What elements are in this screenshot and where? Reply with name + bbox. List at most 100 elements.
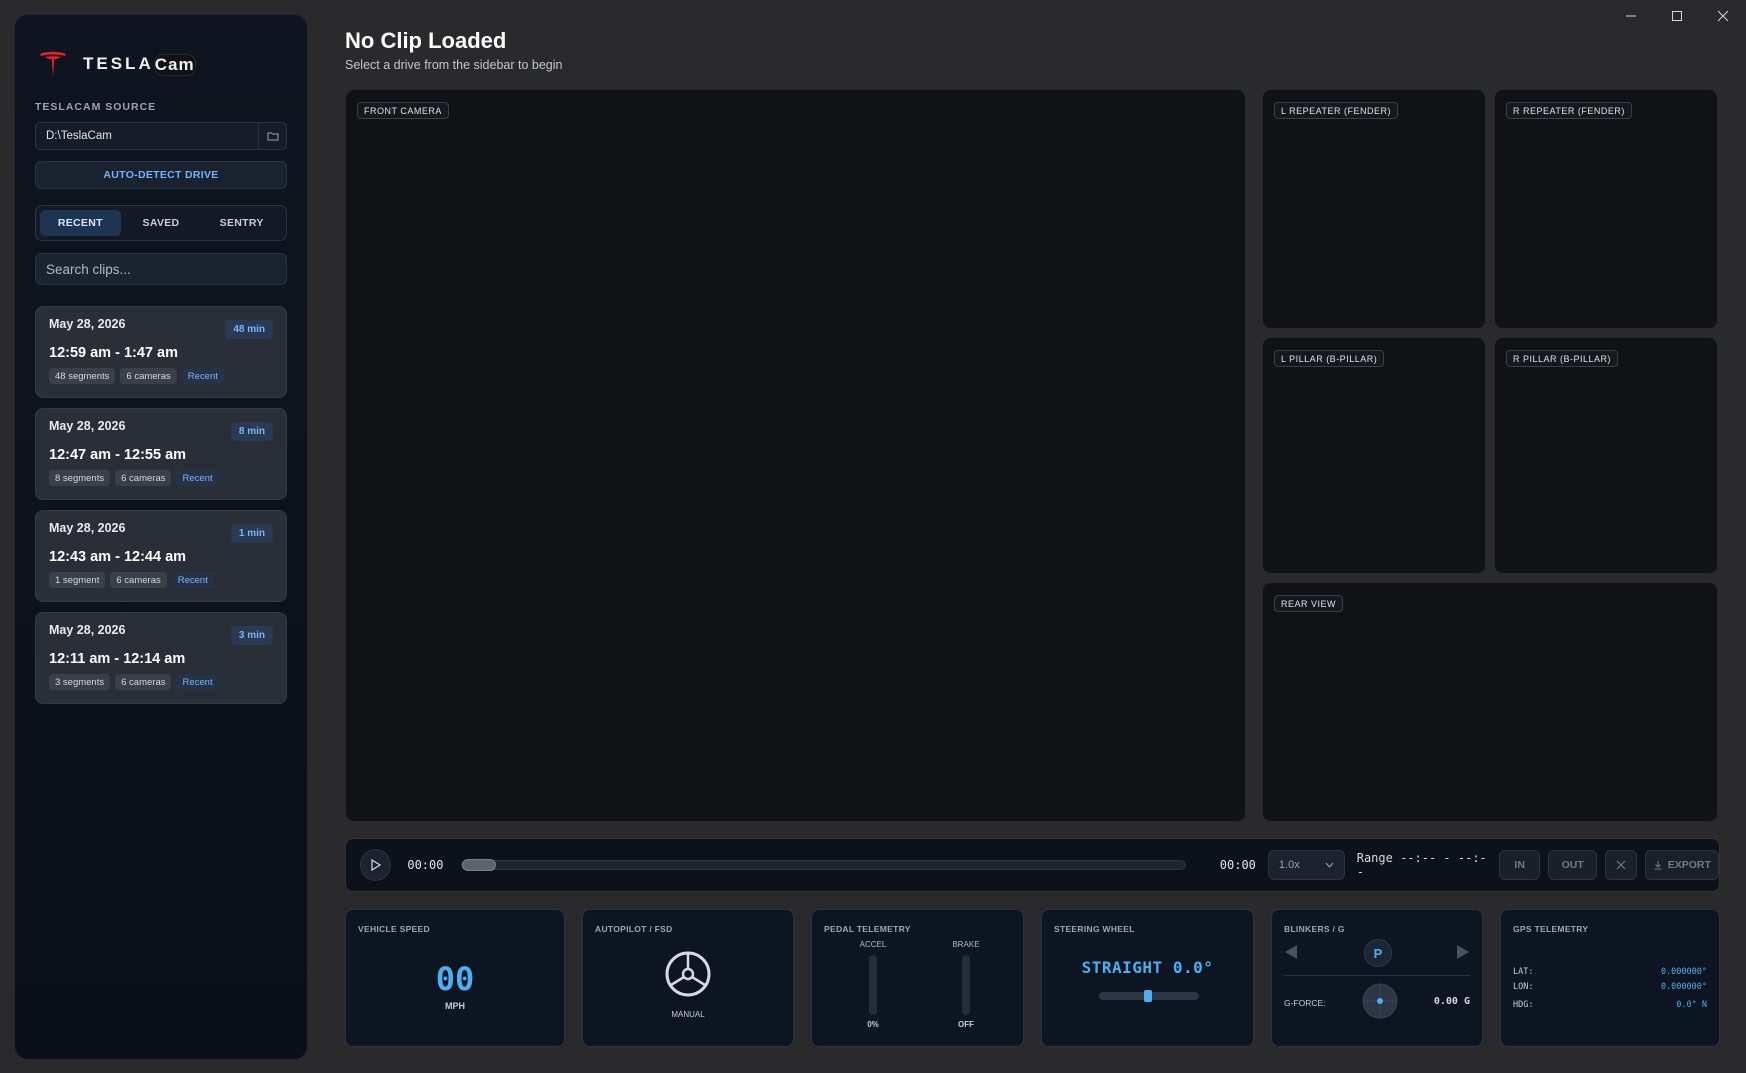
recent-tag: Recent [181,368,224,384]
gear-indicator: P [1364,939,1392,967]
maximize-button[interactable] [1654,4,1700,28]
clip-time-range: 12:59 am - 1:47 am [49,345,178,361]
clip-item[interactable]: May 28, 2026 1 min 12:43 am - 12:44 am 1… [35,510,287,602]
vehicle-speed-panel: VEHICLE SPEED 00 MPH [345,909,565,1047]
accel-pedal: ACCEL 0% [853,940,893,1029]
gps-lon-row: LON: 0.000000° [1513,982,1707,992]
auto-detect-button[interactable]: AUTO-DETECT DRIVE [35,161,287,189]
front-camera-view[interactable]: FRONT CAMERA [345,89,1246,822]
clip-duration-badge: 8 min [230,422,273,441]
camera-label: FRONT CAMERA [357,102,449,119]
steering-indicator [1144,990,1152,1002]
camera-label: REAR VIEW [1274,595,1344,612]
gps-panel: GPS TELEMETRY LAT: 0.000000° LON: 0.0000… [1500,909,1720,1047]
brand-tesla: TESLA [83,54,154,73]
clip-tags: 1 segment 6 cameras Recent [49,572,273,588]
speed-value: 00 [435,960,475,998]
cameras-tag: 6 cameras [120,368,177,384]
tab-recent[interactable]: RECENT [40,210,121,236]
timeline-scrubber[interactable] [461,859,1186,871]
panel-title: AUTOPILOT / FSD [595,924,673,934]
blinkers-panel: BLINKERS / G P G-FORCE: 0.00 G [1271,909,1483,1047]
lat-label: LAT: [1513,967,1534,977]
speed-value: 1.0x [1278,859,1300,871]
panel-title: PEDAL TELEMETRY [824,924,911,934]
brand-cam: Cam [153,54,196,76]
clear-range-button[interactable] [1605,850,1637,880]
tab-saved[interactable]: SAVED [121,210,202,236]
recent-tag: Recent [176,674,219,690]
lon-value: 0.000000° [1660,982,1707,992]
steering-track [1099,990,1199,1002]
camera-label: R PILLAR (B-PILLAR) [1506,350,1619,367]
cameras-tag: 6 cameras [110,572,167,588]
play-icon [371,859,381,871]
segments-tag: 3 segments [49,674,111,690]
page-subtitle: Select a drive from the sidebar to begin [345,58,563,72]
panel-title: BLINKERS / G [1284,924,1345,934]
panel-title: STEERING WHEEL [1054,924,1135,934]
steering-wheel-icon [665,951,711,997]
brake-bar [962,955,970,1015]
source-path-field[interactable]: D:\TeslaCam [35,122,287,150]
hdg-label: HDG: [1513,1000,1534,1010]
right-repeater-view[interactable]: R REPEATER (FENDER) [1494,89,1718,329]
playback-speed-select[interactable]: 1.0x [1267,850,1345,880]
left-pillar-view[interactable]: L PILLAR (B-PILLAR) [1262,337,1486,574]
source-label: TESLACAM SOURCE [35,101,157,113]
segments-tag: 1 segment [49,572,106,588]
tab-sentry[interactable]: SENTRY [201,210,282,236]
gforce-dial [1362,983,1398,1019]
clip-tags: 3 segments 6 cameras Recent [49,674,273,690]
camera-label: R REPEATER (FENDER) [1506,102,1632,119]
range-display: Range --:-- - --:-- [1357,851,1491,879]
minimize-button[interactable] [1608,4,1654,28]
autopilot-state: MANUAL [671,1010,705,1019]
cameras-tag: 6 cameras [115,674,172,690]
lat-value: 0.000000° [1660,967,1707,977]
close-button[interactable] [1700,4,1746,28]
minimize-icon [1626,15,1636,17]
accel-bar [869,955,877,1015]
gforce-value: 0.00 G [1433,996,1470,1007]
source-path: D:\TeslaCam [46,130,112,142]
range-label: Range [1356,851,1393,865]
camera-label: L REPEATER (FENDER) [1274,102,1399,119]
right-pillar-view[interactable]: R PILLAR (B-PILLAR) [1494,337,1718,574]
export-label: EXPORT [1667,859,1711,871]
search-input[interactable] [46,261,286,277]
gps-lat-row: LAT: 0.000000° [1513,967,1707,977]
lon-label: LON: [1513,982,1534,992]
mark-out-button[interactable]: OUT [1548,850,1598,880]
clip-time-range: 12:11 am - 12:14 am [49,651,186,667]
clip-filter-tabs: RECENT SAVED SENTRY [35,205,287,241]
steering-value: STRAIGHT 0.0° [1081,958,1214,977]
download-icon [1654,861,1662,870]
rear-camera-view[interactable]: REAR VIEW [1262,582,1718,822]
sidebar: TESLA Cam TESLACAM SOURCE D:\TeslaCam AU… [14,14,308,1060]
hdg-value: 0.0° N [1676,1000,1707,1010]
accel-value: 0% [867,1020,879,1029]
accel-label: ACCEL [859,940,887,949]
clip-item[interactable]: May 28, 2026 8 min 12:47 am - 12:55 am 8… [35,408,287,500]
scrubber-handle[interactable] [462,859,497,871]
left-blinker-icon [1285,945,1297,959]
play-button[interactable] [360,849,392,881]
mark-in-button[interactable]: IN [1499,850,1541,880]
divider [1284,975,1470,976]
left-repeater-view[interactable]: L REPEATER (FENDER) [1262,89,1486,329]
brand: TESLA Cam [35,29,287,99]
clip-item[interactable]: May 28, 2026 48 min 12:59 am - 1:47 am 4… [35,306,287,398]
segments-tag: 48 segments [49,368,116,384]
browse-folder-button[interactable] [258,123,286,149]
clip-item[interactable]: May 28, 2026 3 min 12:11 am - 12:14 am 3… [35,612,287,704]
panel-title: VEHICLE SPEED [358,924,430,934]
camera-label: L PILLAR (B-PILLAR) [1274,350,1385,367]
chevron-down-icon [1325,862,1334,868]
clip-duration-badge: 48 min [225,320,273,339]
right-blinker-icon [1457,945,1469,959]
export-button[interactable]: EXPORT [1644,850,1719,880]
clip-tags: 8 segments 6 cameras Recent [49,470,273,486]
search-box [35,253,287,285]
page-title: No Clip Loaded [345,28,507,53]
